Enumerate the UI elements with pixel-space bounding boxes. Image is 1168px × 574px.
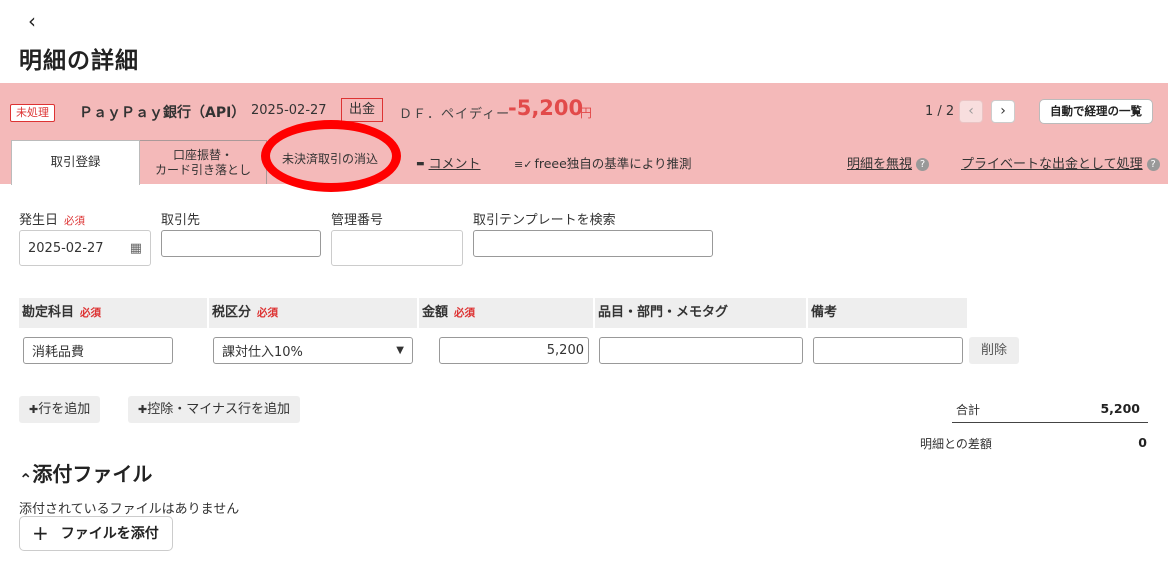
private-withdrawal-link[interactable]: プライベートな出金として処理? bbox=[961, 153, 1160, 172]
comment-label: コメント bbox=[428, 157, 481, 172]
required-mark: 必須 bbox=[64, 215, 86, 227]
tab-account-transfer-line1: 口座振替・ bbox=[172, 148, 233, 162]
checklist-icon: ≡✓ bbox=[514, 158, 533, 171]
add-row-label: 行を追加 bbox=[38, 402, 91, 417]
date-label: 発生日 必須 bbox=[19, 209, 85, 228]
total-label: 合計 bbox=[956, 403, 981, 417]
required-mark: 必須 bbox=[454, 307, 476, 319]
header-note: 備考 bbox=[808, 298, 967, 328]
header-tags: 品目・部門・メモタグ bbox=[595, 298, 806, 328]
tab-account-transfer[interactable]: 口座振替・ カード引き落とし bbox=[140, 140, 267, 184]
partner-label: 取引先 bbox=[161, 213, 201, 228]
attach-file-button[interactable]: + ファイルを添付 bbox=[19, 516, 173, 551]
collapse-caret-icon[interactable]: ⌃ bbox=[19, 470, 32, 489]
next-chevron-icon[interactable]: › bbox=[991, 100, 1015, 123]
help-icon[interactable]: ? bbox=[1146, 158, 1160, 171]
header-tax: 税区分 必須 bbox=[209, 298, 417, 328]
freee-guess-label: freee独自の基準により推測 bbox=[534, 156, 692, 171]
ignore-statement-link[interactable]: 明細を無視? bbox=[847, 153, 930, 172]
tab-unsettled-clearing[interactable]: 未決済取引の消込 bbox=[267, 150, 393, 167]
attach-file-label: ファイルを添付 bbox=[60, 526, 159, 542]
attachments-title: 添付ファイル bbox=[32, 462, 153, 486]
tab-transaction-register[interactable]: 取引登録 bbox=[11, 140, 140, 185]
add-deduction-row-button[interactable]: ✚控除・マイナス行を追加 bbox=[128, 396, 300, 423]
freee-guess-link[interactable]: ≡✓ freee独自の基準により推測 bbox=[514, 153, 692, 172]
difference-value: 0 bbox=[1138, 435, 1147, 450]
required-mark: 必須 bbox=[80, 307, 102, 319]
transaction-date: 2025-02-27 bbox=[251, 103, 327, 118]
header-tax-label: 税区分 bbox=[212, 305, 252, 320]
header-amount-label: 金額 bbox=[422, 305, 449, 320]
management-number-label: 管理番号 bbox=[331, 213, 384, 228]
comment-link[interactable]: ▬ コメント bbox=[416, 153, 481, 172]
date-field[interactable]: 2025-02-27 ▦ bbox=[19, 230, 151, 266]
plus-icon: + bbox=[32, 521, 49, 545]
tab-account-transfer-line2: カード引き落とし bbox=[154, 163, 251, 177]
note-input[interactable] bbox=[813, 337, 963, 364]
back-chevron-icon[interactable]: ‹ bbox=[28, 9, 48, 33]
partner-input[interactable] bbox=[161, 230, 321, 257]
account-input[interactable]: 消耗品費 bbox=[23, 337, 173, 364]
header-account: 勘定科目 必須 bbox=[19, 298, 207, 328]
status-badge: 未処理 bbox=[10, 104, 55, 122]
delete-row-button[interactable]: 削除 bbox=[969, 337, 1019, 364]
currency-unit: 円 bbox=[580, 106, 593, 120]
auto-accounting-list-button[interactable]: 自動で経理の一覧 bbox=[1039, 99, 1153, 124]
prev-chevron-icon[interactable]: ‹ bbox=[959, 100, 983, 123]
calendar-icon[interactable]: ▦ bbox=[130, 241, 142, 256]
page-title: 明細の詳細 bbox=[19, 48, 139, 74]
attachments-heading[interactable]: ⌃添付ファイル bbox=[19, 458, 152, 489]
header-account-label: 勘定科目 bbox=[22, 305, 75, 320]
no-attachments-text: 添付されているファイルはありません bbox=[19, 502, 240, 517]
template-search-input[interactable] bbox=[473, 230, 713, 257]
required-mark: 必須 bbox=[257, 307, 279, 319]
date-value: 2025-02-27 bbox=[28, 240, 104, 256]
difference-label: 明細との差額 bbox=[920, 437, 992, 451]
plus-icon: ✚ bbox=[29, 403, 39, 416]
total-divider bbox=[952, 422, 1148, 423]
chevron-down-icon: ▼ bbox=[396, 345, 404, 356]
header-amount: 金額 必須 bbox=[419, 298, 593, 328]
tags-input[interactable] bbox=[599, 337, 803, 364]
transaction-description: ＤＦ．ペイディー bbox=[399, 107, 511, 122]
plus-icon: ✚ bbox=[138, 403, 148, 416]
add-row-button[interactable]: ✚行を追加 bbox=[19, 396, 101, 423]
total-value: 5,200 bbox=[1100, 401, 1140, 416]
pager-indicator: 1 / 2 bbox=[925, 104, 955, 119]
tax-select[interactable]: 課対仕入10% ▼ bbox=[213, 337, 413, 364]
management-number-input[interactable] bbox=[331, 230, 463, 266]
add-deduction-label: 控除・マイナス行を追加 bbox=[147, 402, 290, 417]
amount-input[interactable]: 5,200 bbox=[439, 337, 589, 364]
bank-name: ＰａｙＰａｙ銀行（API） bbox=[79, 105, 246, 121]
ignore-statement-label: 明細を無視 bbox=[847, 157, 913, 172]
private-withdrawal-label: プライベートな出金として処理 bbox=[961, 157, 1143, 172]
template-search-label: 取引テンプレートを検索 bbox=[473, 213, 616, 228]
help-icon[interactable]: ? bbox=[916, 158, 930, 171]
comment-icon: ▬ bbox=[416, 159, 425, 169]
direction-badge: 出金 bbox=[341, 98, 384, 122]
tax-select-value: 課対仕入10% bbox=[222, 345, 303, 360]
transaction-amount: -5,200 bbox=[508, 96, 584, 120]
date-label-text: 発生日 bbox=[19, 213, 59, 228]
